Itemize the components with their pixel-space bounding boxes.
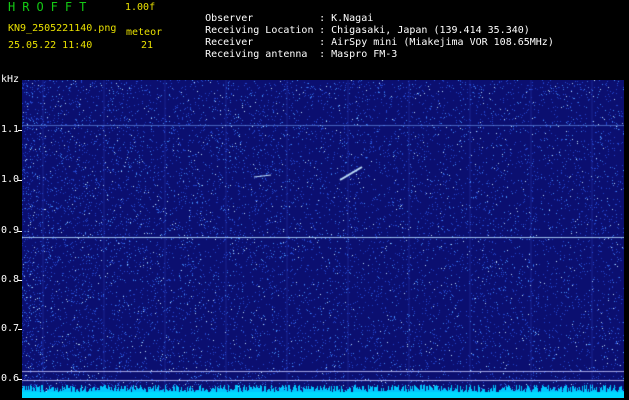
spectrogram-plot[interactable] xyxy=(22,80,624,398)
antenna-label: Receiving antenna xyxy=(205,49,308,60)
meteor-label: meteor xyxy=(126,27,163,38)
app-title: HROFFT xyxy=(8,0,94,14)
meteor-count: 21 xyxy=(141,40,154,51)
version-label: 1.00f xyxy=(125,2,156,13)
y-label-0.8: 0.8 xyxy=(1,274,20,285)
datetime-label: 25.05.22 11:40 xyxy=(8,40,93,51)
y-label-1.1: 1.1 xyxy=(1,124,20,135)
filename-label: KN9_2505221140.png xyxy=(8,23,117,34)
antenna-row: Receiving antenna: Maspro FM-3 xyxy=(181,38,397,71)
antenna-value: Maspro FM-3 xyxy=(331,49,398,60)
y-label-0.6: 0.6 xyxy=(1,373,20,384)
antenna-sep: : xyxy=(319,49,326,60)
spectrogram-canvas[interactable] xyxy=(22,80,624,398)
y-label-1.0: 1.0 xyxy=(1,174,20,185)
header-panel: HROFFT 1.00f KN9_2505221140.png 25.05.22… xyxy=(0,0,629,76)
y-label-0.7: 0.7 xyxy=(1,323,20,334)
y-label-0.9: 0.9 xyxy=(1,225,20,236)
unit-label: kHz xyxy=(1,74,20,85)
